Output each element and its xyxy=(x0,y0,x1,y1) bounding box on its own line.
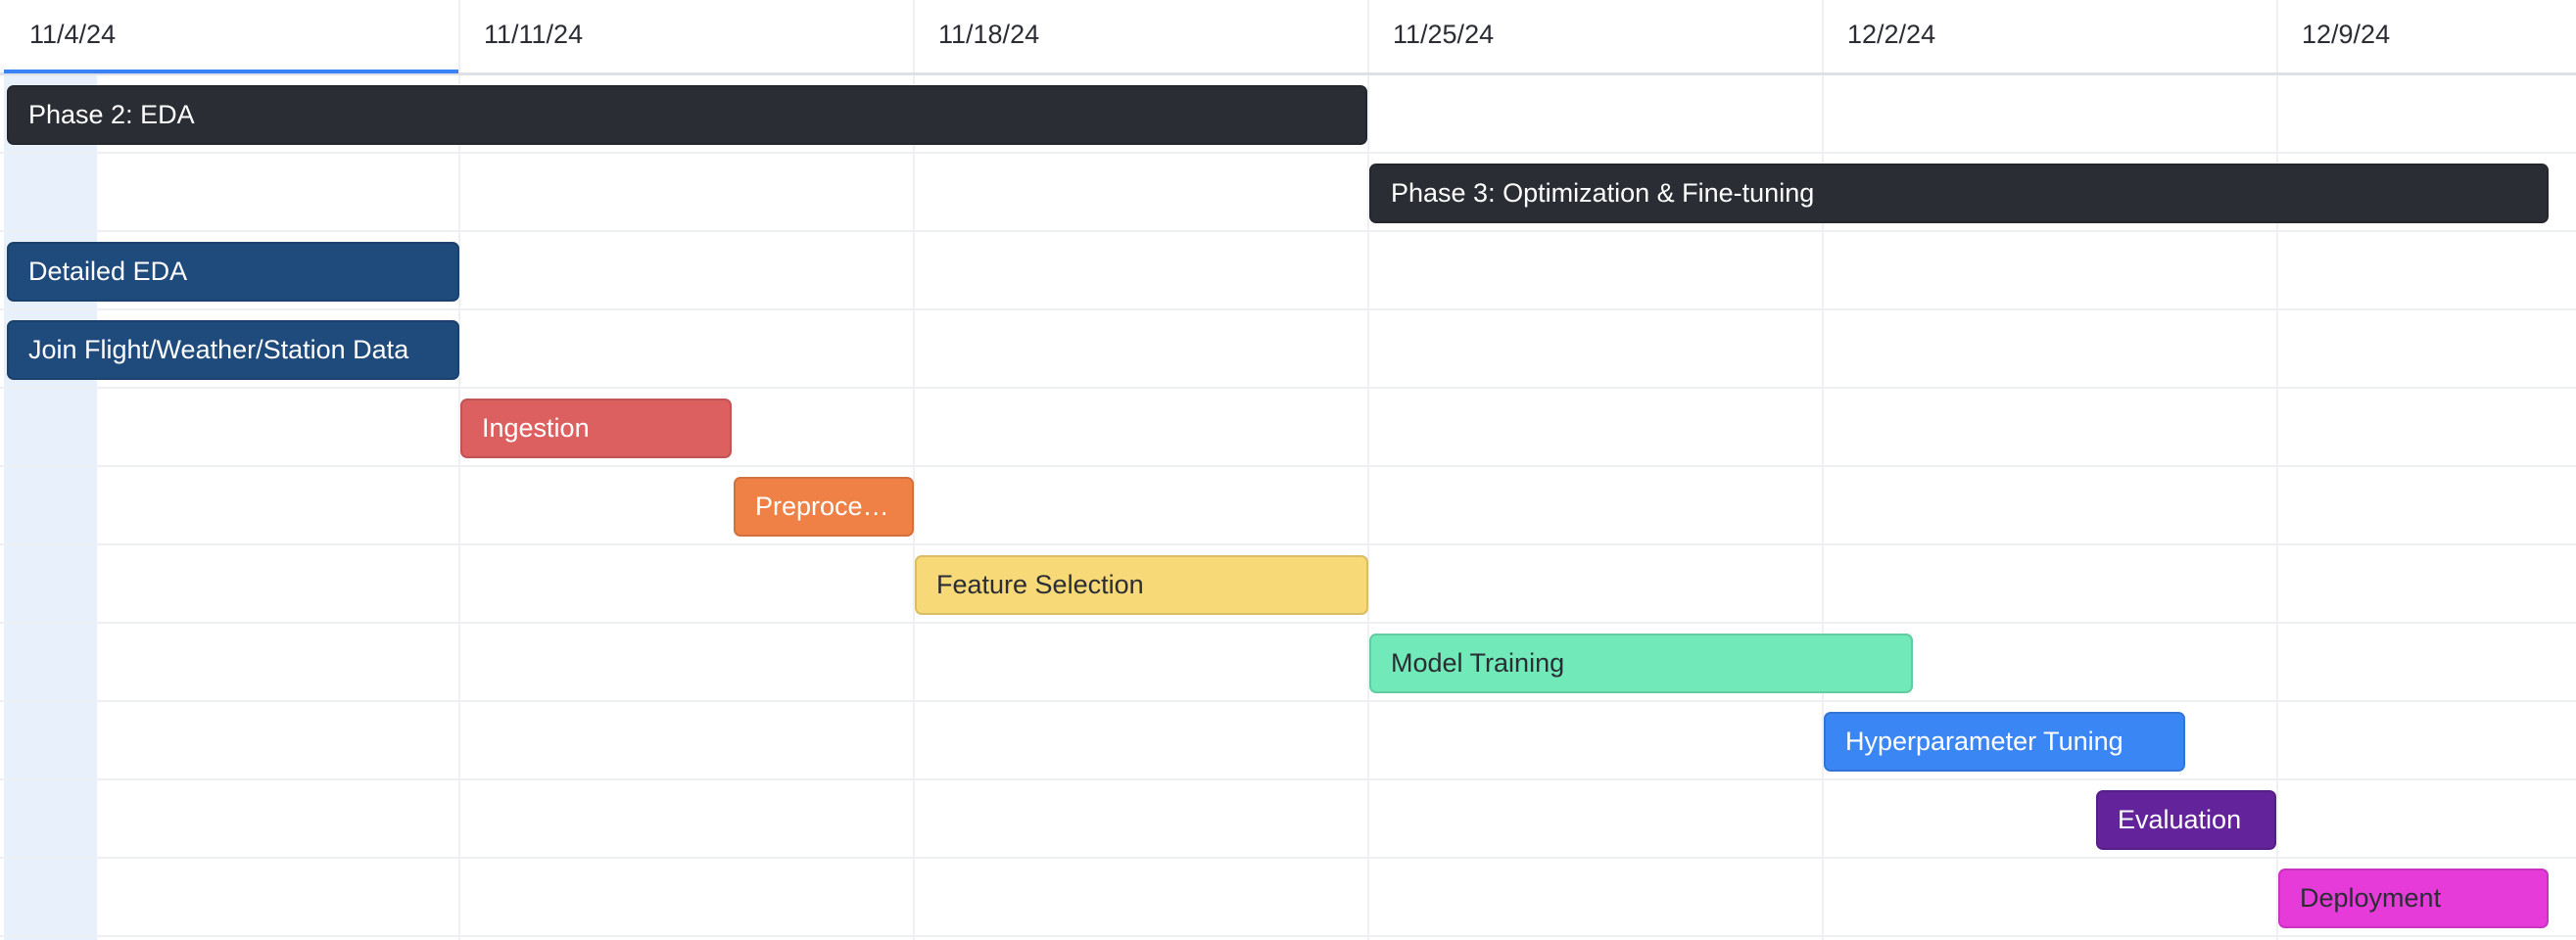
task-label: Model Training xyxy=(1391,648,1565,678)
task-label: Phase 2: EDA xyxy=(28,100,195,129)
gantt-timeline: 11/4/24 11/11/24 11/18/24 11/25/24 12/2/… xyxy=(0,0,2576,940)
row-divider xyxy=(0,308,2576,310)
task-label: Preprocessing xyxy=(755,492,912,521)
current-week-indicator xyxy=(4,70,458,73)
timeline-header: 11/4/24 11/11/24 11/18/24 11/25/24 12/2/… xyxy=(0,0,2576,75)
row-divider xyxy=(0,152,2576,154)
evaluation-bar[interactable]: Evaluation xyxy=(2096,790,2276,850)
row-divider xyxy=(0,465,2576,467)
row-divider xyxy=(0,543,2576,545)
row-divider xyxy=(0,935,2576,937)
task-label: Join Flight/Weather/Station Data xyxy=(28,335,409,364)
week-header-label: 11/25/24 xyxy=(1393,20,1495,49)
current-week-highlight xyxy=(4,73,97,940)
preprocessing-bar[interactable]: Preprocessing xyxy=(734,477,914,537)
week-header-label: 12/9/24 xyxy=(2302,20,2391,49)
task-label: Ingestion xyxy=(482,413,590,443)
detailed-eda-bar[interactable]: Detailed EDA xyxy=(7,242,459,302)
row-divider xyxy=(0,230,2576,232)
week-divider xyxy=(2276,0,2278,940)
week-header-label: 11/4/24 xyxy=(29,20,117,49)
week-divider xyxy=(1367,0,1369,940)
hyperparameter-tuning-bar[interactable]: Hyperparameter Tuning xyxy=(1824,712,2185,772)
row-divider xyxy=(0,622,2576,624)
row-divider xyxy=(0,700,2576,702)
task-label: Phase 3: Optimization & Fine-tuning xyxy=(1391,178,1815,208)
ingestion-bar[interactable]: Ingestion xyxy=(460,399,732,458)
task-label: Deployment xyxy=(2300,883,2442,913)
task-label: Hyperparameter Tuning xyxy=(1845,727,2123,756)
week-header-label: 11/18/24 xyxy=(938,20,1040,49)
row-divider xyxy=(0,778,2576,780)
week-header-label: 11/11/24 xyxy=(484,20,584,49)
row-divider xyxy=(0,387,2576,389)
week-header-label: 12/2/24 xyxy=(1847,20,1936,49)
phase-3-optimization-bar[interactable]: Phase 3: Optimization & Fine-tuning xyxy=(1369,164,2549,223)
deployment-bar[interactable]: Deployment xyxy=(2278,869,2549,928)
join-data-bar[interactable]: Join Flight/Weather/Station Data xyxy=(7,320,459,380)
model-training-bar[interactable]: Model Training xyxy=(1369,634,1913,693)
task-label: Detailed EDA xyxy=(28,257,188,286)
row-divider xyxy=(0,857,2576,859)
task-label: Feature Selection xyxy=(936,570,1144,599)
feature-selection-bar[interactable]: Feature Selection xyxy=(915,555,1368,615)
phase-2-eda-bar[interactable]: Phase 2: EDA xyxy=(7,85,1367,145)
week-divider xyxy=(1822,0,1824,940)
task-label: Evaluation xyxy=(2118,805,2242,834)
